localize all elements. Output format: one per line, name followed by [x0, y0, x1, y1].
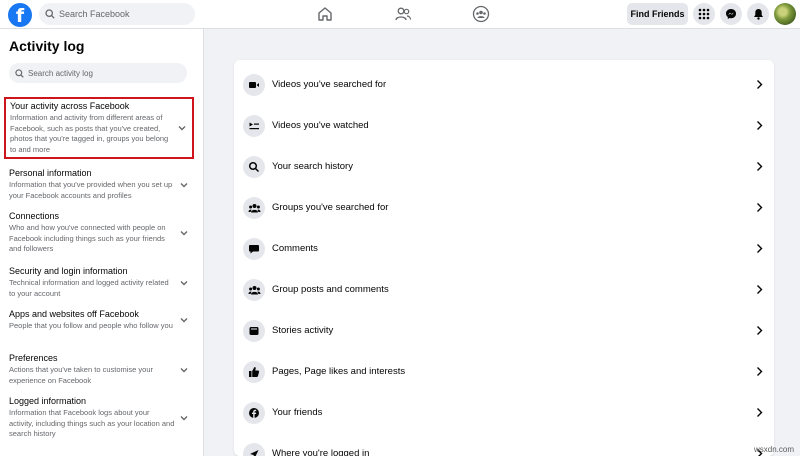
chevron-right-icon [757, 203, 763, 212]
top-navigation-bar: f Find Friends [0, 0, 800, 29]
category-description: Information that you've provided when yo… [9, 180, 173, 200]
chevron-right-icon [757, 121, 763, 130]
row-search-history[interactable]: Your search history [234, 146, 774, 187]
category-description: Information that Facebook logs about you… [9, 408, 175, 438]
chevron-down-icon [180, 230, 188, 236]
row-stories-activity[interactable]: Stories activity [234, 310, 774, 351]
chevron-right-icon [757, 80, 763, 89]
category-connections[interactable]: Connections Who and how you've connected… [4, 208, 194, 258]
category-personal-information[interactable]: Personal information Information that yo… [4, 165, 194, 204]
chevron-right-icon [757, 326, 763, 335]
chevron-down-icon [180, 280, 188, 285]
activity-search-input[interactable] [28, 68, 178, 78]
category-title: Apps and websites off Facebook [9, 309, 139, 319]
row-label: Your search history [272, 161, 353, 172]
category-title: Your activity across Facebook [10, 101, 130, 111]
row-groups-searched[interactable]: Groups you've searched for [234, 187, 774, 228]
menu-button[interactable] [693, 3, 715, 25]
messenger-button[interactable] [720, 3, 742, 25]
facebook-logo[interactable]: f [8, 3, 32, 27]
category-description: Actions that you've taken to customise y… [9, 365, 154, 385]
category-title: Security and login information [9, 266, 128, 276]
category-description: Information and activity from different … [10, 113, 169, 154]
chevron-right-icon [757, 244, 763, 253]
category-logged-information[interactable]: Logged information Information that Face… [4, 393, 194, 443]
category-apps-and-websites[interactable]: Apps and websites off Facebook People th… [4, 306, 194, 335]
chevron-down-icon [178, 126, 186, 131]
like-icon [243, 360, 265, 383]
facebook-search-input[interactable] [59, 9, 179, 19]
category-title: Personal information [9, 168, 92, 178]
chevron-down-icon [180, 318, 188, 323]
row-label: Group posts and comments [272, 284, 389, 295]
video-playlist-icon [243, 114, 265, 137]
activity-log-sidebar: Activity log Your activity across Facebo… [0, 29, 204, 456]
row-label: Pages, Page likes and interests [272, 366, 406, 377]
groups-icon [243, 278, 265, 301]
row-label: Stories activity [272, 325, 334, 336]
row-your-friends[interactable]: Your friends [234, 392, 774, 433]
row-videos-searched[interactable]: Videos you've searched for [234, 64, 774, 105]
groups-nav-icon[interactable] [472, 5, 490, 23]
chevron-right-icon [757, 367, 763, 376]
notifications-button[interactable] [747, 3, 769, 25]
notifications-icon [753, 9, 763, 20]
search-icon [45, 9, 55, 19]
chevron-right-icon [757, 162, 763, 171]
video-camera-icon [243, 73, 265, 96]
facebook-icon [243, 401, 265, 424]
category-your-activity[interactable]: Your activity across Facebook Informatio… [4, 97, 194, 159]
row-label: Videos you've searched for [272, 79, 387, 90]
sidebar-title: Activity log [9, 38, 85, 54]
chevron-down-icon [180, 367, 188, 372]
row-label: Your friends [272, 407, 323, 418]
row-pages-likes[interactable]: Pages, Page likes and interests [234, 351, 774, 392]
chevron-right-icon [757, 408, 763, 417]
chevron-right-icon [757, 285, 763, 294]
comment-icon [243, 237, 265, 260]
row-label: Comments [272, 243, 318, 254]
location-icon [243, 442, 265, 456]
chevron-down-icon [180, 415, 188, 421]
row-label: Videos you've watched [272, 120, 369, 131]
profile-avatar[interactable] [774, 3, 796, 25]
messenger-icon [726, 9, 736, 19]
search-icon [15, 68, 24, 78]
category-title: Connections [9, 211, 60, 221]
activity-search-box[interactable] [9, 63, 187, 83]
find-friends-button[interactable]: Find Friends [627, 3, 688, 25]
category-description: Technical information and logged activit… [9, 278, 169, 298]
row-label: Groups you've searched for [272, 202, 389, 213]
stories-icon [243, 319, 265, 342]
row-label: Where you're logged in [272, 448, 370, 456]
watermark: wsxdn.com [753, 445, 794, 454]
category-title: Preferences [9, 353, 58, 363]
groups-icon [243, 196, 265, 219]
row-videos-watched[interactable]: Videos you've watched [234, 105, 774, 146]
chevron-down-icon [180, 182, 188, 187]
friends-icon[interactable] [394, 5, 412, 23]
home-icon[interactable] [316, 5, 334, 23]
facebook-search-box[interactable] [39, 3, 195, 25]
row-comments[interactable]: Comments [234, 228, 774, 269]
row-where-logged-in[interactable]: Where you're logged in [234, 433, 774, 456]
category-preferences[interactable]: Preferences Actions that you've taken to… [4, 350, 194, 389]
category-title: Logged information [9, 396, 87, 406]
search-icon [243, 155, 265, 178]
menu-grid-icon [698, 8, 710, 20]
category-security-and-login[interactable]: Security and login information Technical… [4, 263, 194, 302]
activity-categories-card: Videos you've searched for Videos you've… [234, 60, 774, 456]
row-group-posts-comments[interactable]: Group posts and comments [234, 269, 774, 310]
category-description: People that you follow and people who fo… [9, 321, 173, 330]
category-description: Who and how you've connected with people… [9, 223, 166, 253]
